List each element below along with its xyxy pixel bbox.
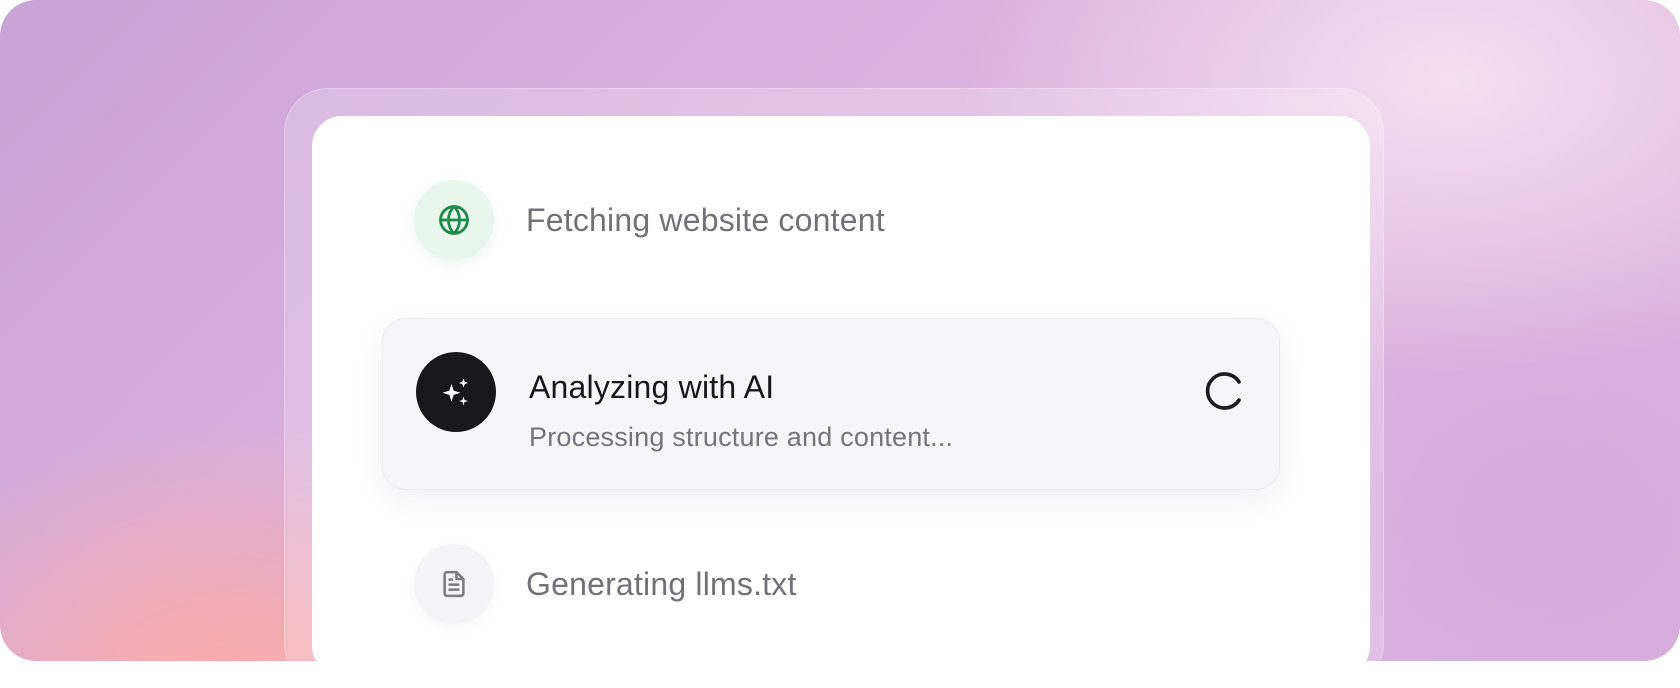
step-generating: Generating llms.txt bbox=[414, 544, 797, 624]
step-generating-label: Generating llms.txt bbox=[526, 565, 797, 602]
step-fetching: Fetching website content bbox=[414, 180, 885, 260]
sparkles-icon bbox=[416, 352, 496, 432]
step-analyzing: Analyzing with AI Processing structure a… bbox=[382, 318, 1280, 490]
step-analyzing-title: Analyzing with AI bbox=[529, 369, 775, 405]
step-analyzing-subtitle: Processing structure and content... bbox=[529, 422, 954, 452]
step-fetching-label: Fetching website content bbox=[526, 201, 885, 238]
loading-spinner-icon bbox=[1201, 369, 1245, 413]
globe-icon bbox=[414, 180, 494, 260]
document-icon bbox=[414, 544, 494, 624]
